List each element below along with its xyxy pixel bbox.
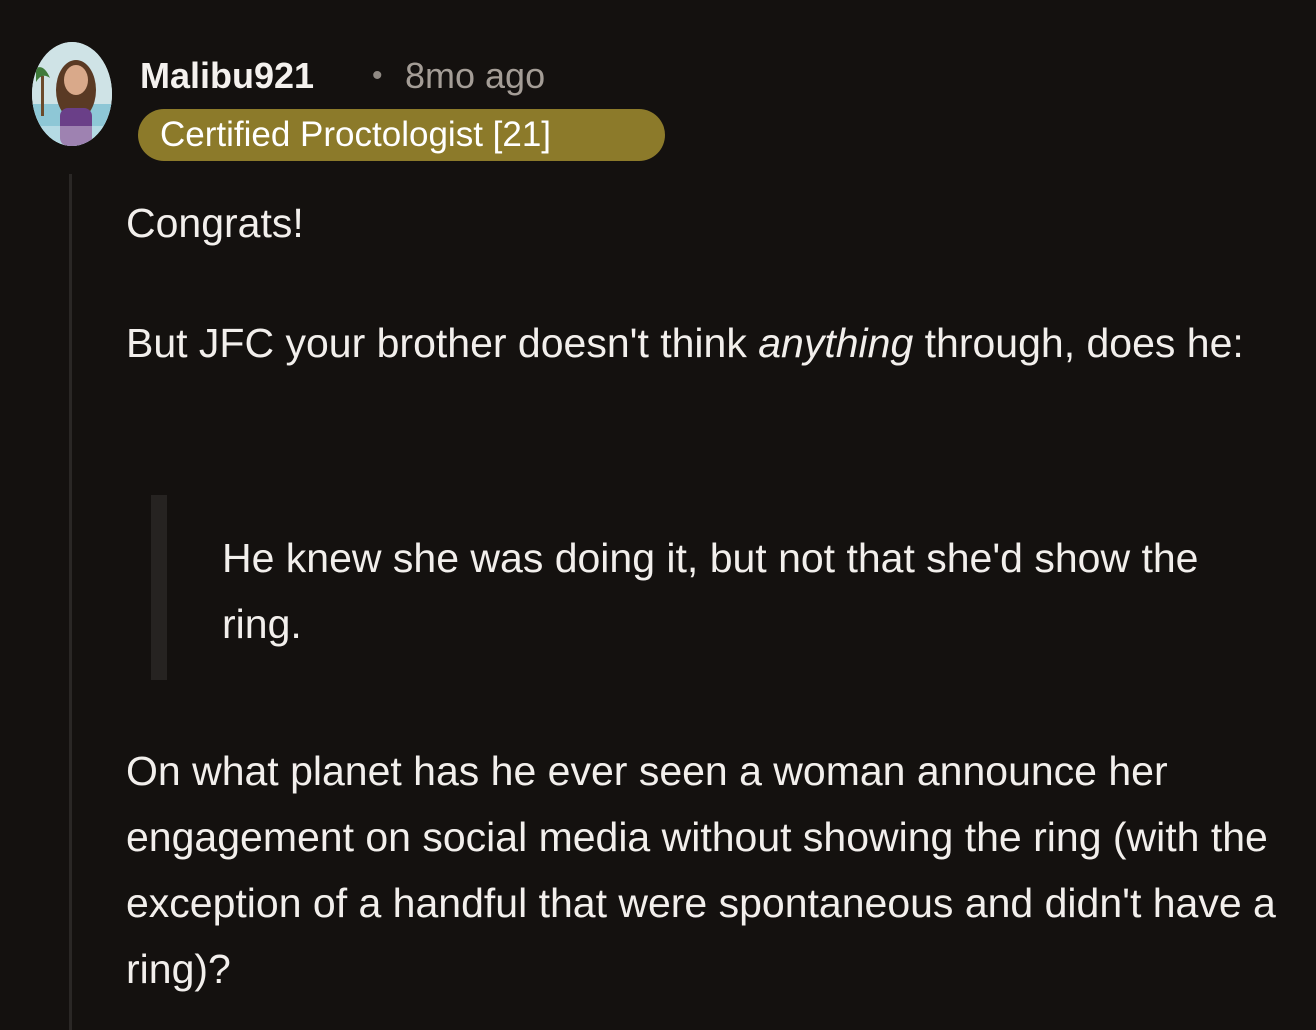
thread-line[interactable] <box>69 174 72 1030</box>
emphasis-text: anything <box>758 320 914 366</box>
meta-separator: • <box>372 59 383 92</box>
blockquote-bar <box>151 495 167 680</box>
blockquote-text: He knew she was doing it, but not that s… <box>222 535 1199 647</box>
paragraph-text: through, does he: <box>913 320 1244 366</box>
comment-paragraph: On what planet has he ever seen a woman … <box>126 748 1276 992</box>
comment-timestamp[interactable]: 8mo ago <box>405 56 545 96</box>
avatar-image <box>32 42 112 146</box>
comment-paragraph: Congrats! <box>126 200 304 246</box>
paragraph-text: But JFC your brother doesn't think <box>126 320 759 366</box>
user-flair: Certified Proctologist [21] <box>138 109 665 161</box>
user-avatar[interactable] <box>32 42 112 146</box>
comment-author[interactable]: Malibu921 <box>140 56 314 96</box>
comment-paragraph: But JFC your brother doesn't think anyth… <box>126 310 1296 376</box>
